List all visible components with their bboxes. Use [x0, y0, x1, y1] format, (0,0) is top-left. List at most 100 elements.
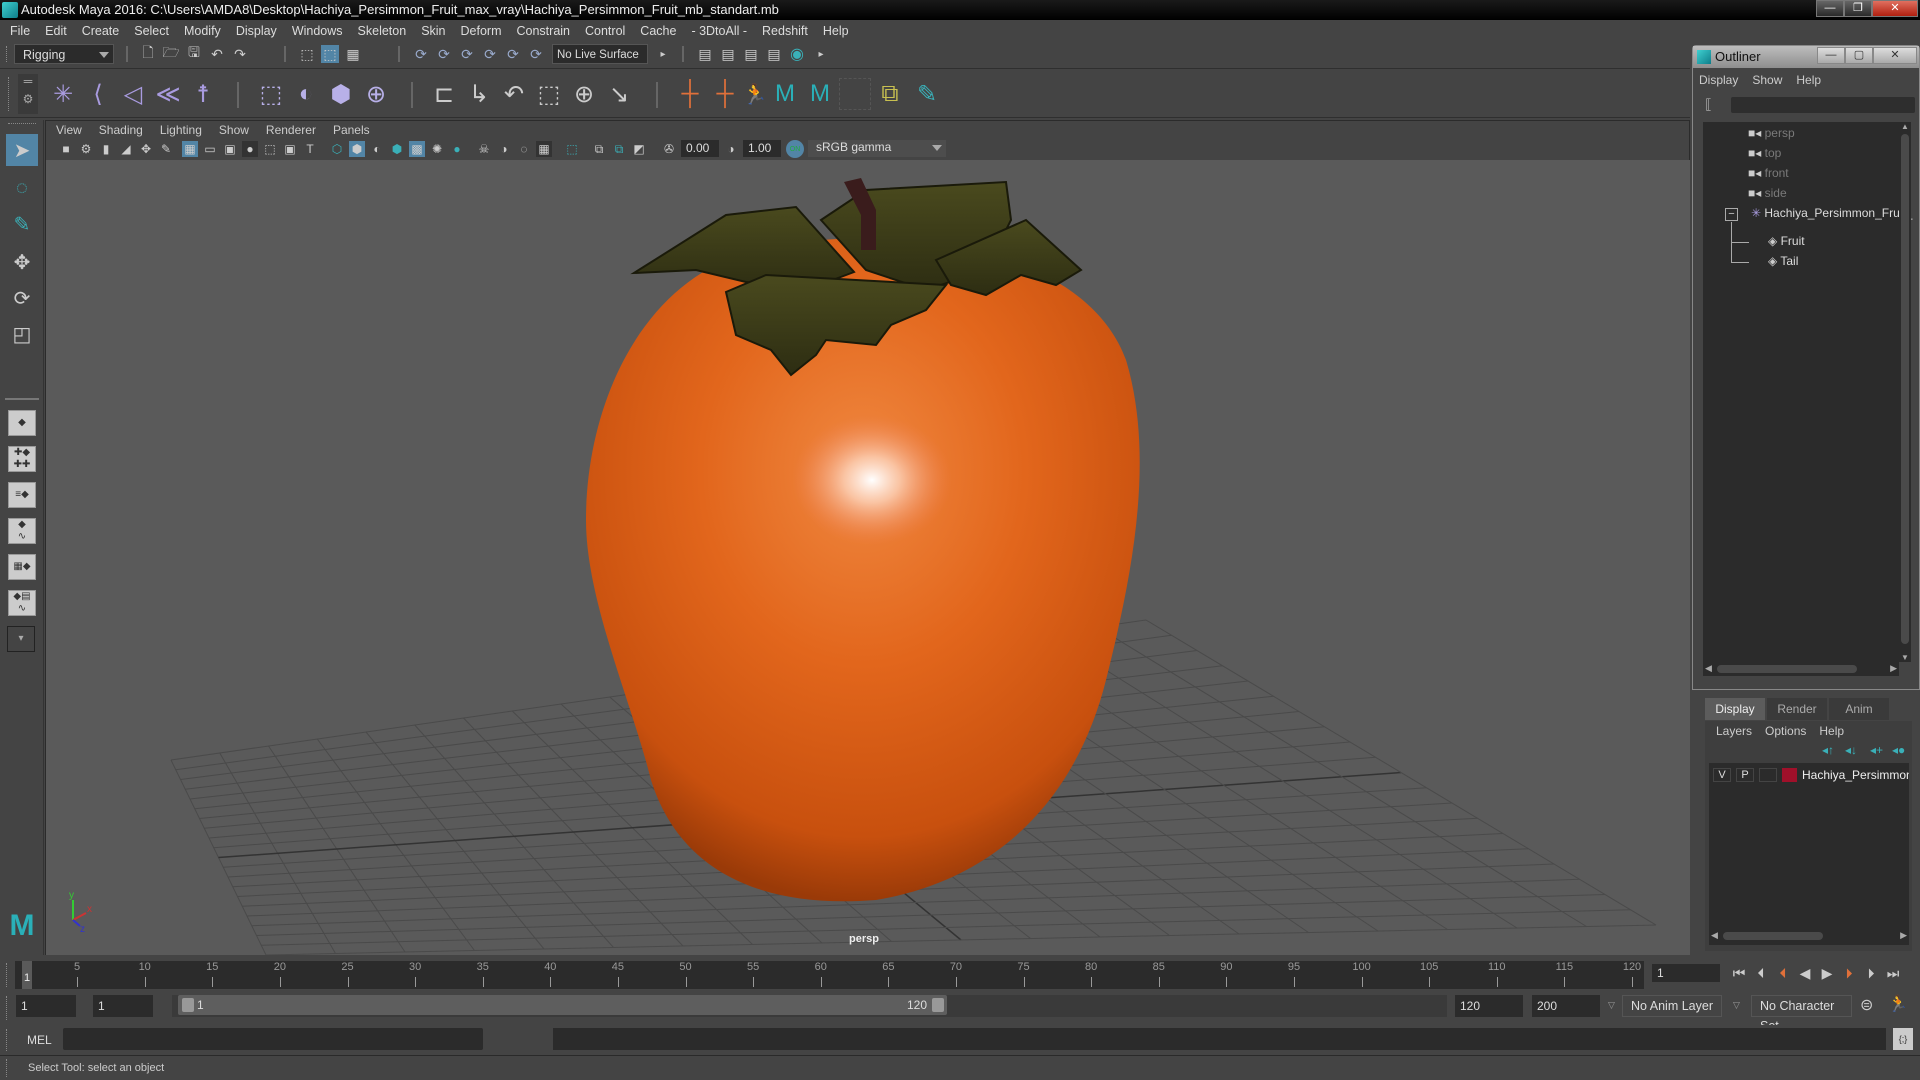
play-forwards-icon[interactable]: ▶ — [1818, 964, 1836, 982]
shadows-icon[interactable]: ● — [449, 141, 465, 157]
scale-tool-icon[interactable]: ◰ — [6, 318, 38, 350]
tab-anim[interactable]: Anim — [1829, 698, 1889, 720]
step-forward-key-icon[interactable]: ⏵ — [1840, 964, 1858, 982]
wireframe-on-shaded-icon[interactable]: ⬢ — [389, 141, 405, 157]
tab-render[interactable]: Render — [1767, 698, 1827, 720]
save-scene-icon[interactable]: 🖫 — [185, 44, 203, 63]
3d-viewport[interactable]: y x z persp — [46, 160, 1690, 955]
persp-graph-layout-icon[interactable]: ◆ ∿ — [8, 518, 36, 544]
drag-handle[interactable] — [8, 77, 11, 111]
outliner-close-button[interactable]: ✕ — [1873, 47, 1917, 64]
ik-handle-icon[interactable]: ⟨ — [82, 78, 114, 110]
menu-deform[interactable]: Deform — [461, 24, 502, 38]
xray-joints-icon[interactable]: ⧉ — [611, 141, 627, 157]
film-gate-icon[interactable]: ▭ — [202, 141, 218, 157]
layer-menu-layers[interactable]: Layers — [1716, 724, 1752, 738]
menu-create[interactable]: Create — [82, 24, 120, 38]
grease-pencil-icon[interactable]: ✎ — [158, 141, 174, 157]
chevron-down-icon[interactable]: ▽ — [1608, 1000, 1615, 1011]
layer-row[interactable]: V P Hachiya_Persimmon_Fr — [1709, 763, 1909, 787]
2d-pan-zoom-icon[interactable]: ✥ — [138, 141, 154, 157]
layer-playback-toggle[interactable]: P — [1736, 768, 1754, 782]
script-editor-icon[interactable]: {;} — [1893, 1028, 1913, 1050]
menu-skeleton[interactable]: Skeleton — [358, 24, 407, 38]
menu-3dtoall[interactable]: - 3DtoAll - — [691, 24, 747, 38]
safe-action-icon[interactable]: ▣ — [282, 141, 298, 157]
scroll-right-icon[interactable]: ▶ — [1890, 663, 1897, 674]
wireframe-icon[interactable]: ⬡ — [329, 141, 345, 157]
scroll-left-icon[interactable]: ◀ — [1711, 930, 1718, 941]
scroll-thumb[interactable] — [1717, 665, 1857, 673]
play-backwards-icon[interactable]: ◀ — [1796, 964, 1814, 982]
layer-horizontal-scrollbar[interactable]: ◀ ▶ — [1709, 929, 1909, 943]
gamma-icon[interactable]: ◑ — [723, 141, 739, 157]
smooth-bind-icon[interactable]: ◐ — [290, 78, 322, 110]
outliner-persp-layout-icon[interactable]: ≡◆ — [8, 482, 36, 508]
command-input[interactable] — [63, 1028, 483, 1050]
hypershade-persp-layout-icon[interactable]: ▦◆ — [8, 554, 36, 580]
step-back-key-icon[interactable]: ⏴ — [1774, 964, 1792, 982]
chevron-down-icon[interactable]: ▽ — [1733, 1000, 1740, 1011]
snap-vertex-icon[interactable]: ⟳ — [527, 45, 545, 63]
gear-icon[interactable]: ⚙ — [18, 92, 38, 106]
maya-logo-icon-2[interactable]: M — [804, 78, 836, 110]
range-start-handle[interactable] — [182, 998, 194, 1012]
tab-display[interactable]: Display — [1705, 698, 1765, 720]
menu-cache[interactable]: Cache — [640, 24, 676, 38]
panel-menu-renderer[interactable]: Renderer — [266, 123, 316, 137]
select-object-icon[interactable]: ⬚ — [321, 45, 339, 63]
snap-curve-icon[interactable]: ⟳ — [435, 45, 453, 63]
screen-space-ao-icon[interactable]: ☠ — [476, 141, 492, 157]
parent-constraint-icon[interactable]: ⊏ — [428, 78, 460, 110]
select-camera-icon[interactable]: ■ — [58, 141, 74, 157]
outliner-search-input[interactable] — [1731, 97, 1915, 113]
menu-display[interactable]: Display — [236, 24, 277, 38]
use-all-lights-icon[interactable]: ✺ — [429, 141, 445, 157]
snap-point-icon[interactable]: ⟳ — [458, 45, 476, 63]
drag-handle[interactable] — [8, 123, 36, 124]
drag-handle[interactable] — [6, 1059, 9, 1077]
isolate-select-icon[interactable]: ⬚ — [564, 141, 580, 157]
menu-select[interactable]: Select — [134, 24, 169, 38]
range-bar[interactable]: 1 120 — [178, 995, 947, 1015]
panel-menu-panels[interactable]: Panels — [333, 123, 370, 137]
playback-start-field[interactable]: 1 — [93, 995, 153, 1017]
snap-grid-icon[interactable]: ⟳ — [412, 45, 430, 63]
layer-menu-help[interactable]: Help — [1819, 724, 1844, 738]
safe-title-icon[interactable]: T — [302, 141, 318, 157]
drag-handle[interactable] — [6, 1029, 9, 1051]
open-scene-icon[interactable]: 🗁 — [162, 44, 180, 63]
layer-type-toggle[interactable] — [1759, 768, 1777, 782]
field-chart-icon[interactable]: ⬚ — [262, 141, 278, 157]
cluster-icon[interactable]: ⊕ — [360, 78, 392, 110]
move-tool-icon[interactable]: ✥ — [6, 246, 38, 278]
image-plane-icon[interactable]: ◢ — [118, 141, 134, 157]
rotate-tool-icon[interactable]: ⟳ — [6, 282, 38, 314]
bind-skin-icon[interactable]: ≪ — [152, 78, 184, 110]
select-component-icon[interactable]: ▦ — [344, 45, 362, 63]
menu-constrain[interactable]: Constrain — [517, 24, 571, 38]
exposure-icon[interactable]: ✇ — [661, 141, 677, 157]
expand-icon[interactable]: ▸ — [812, 45, 830, 63]
outliner-menu-help[interactable]: Help — [1796, 73, 1821, 87]
gate-mask-icon[interactable]: ● — [242, 141, 258, 157]
single-pane-layout-icon[interactable]: ◆ — [8, 410, 36, 436]
lattice-icon[interactable]: ⬢ — [325, 78, 357, 110]
smooth-shade-icon[interactable]: ⬢ — [349, 141, 365, 157]
lasso-tool-icon[interactable]: ◌ — [6, 172, 38, 204]
menu-windows[interactable]: Windows — [292, 24, 343, 38]
character-set-dropdown[interactable]: No Character Set — [1751, 995, 1852, 1033]
snap-view-plane-icon[interactable]: ⟳ — [481, 45, 499, 63]
default-material-icon[interactable]: ◐ — [369, 141, 385, 157]
scroll-down-icon[interactable]: ▼ — [1899, 653, 1911, 662]
character-icon[interactable]: 🏃 — [739, 78, 771, 110]
ik-spline-icon[interactable]: ◁ — [117, 78, 149, 110]
scroll-up-icon[interactable]: ▲ — [1899, 122, 1911, 131]
drag-handle[interactable] — [6, 963, 9, 987]
layer-color-swatch[interactable] — [1782, 768, 1797, 782]
menuset-dropdown[interactable]: Rigging — [14, 44, 114, 64]
menu-modify[interactable]: Modify — [184, 24, 221, 38]
step-back-frame-icon[interactable]: ⏴ — [1752, 964, 1770, 982]
outliner-vertical-scrollbar[interactable]: ▲ ▼ — [1899, 122, 1911, 662]
persp-outliner-graph-layout-icon[interactable]: ◆▤ ∿ — [8, 590, 36, 616]
